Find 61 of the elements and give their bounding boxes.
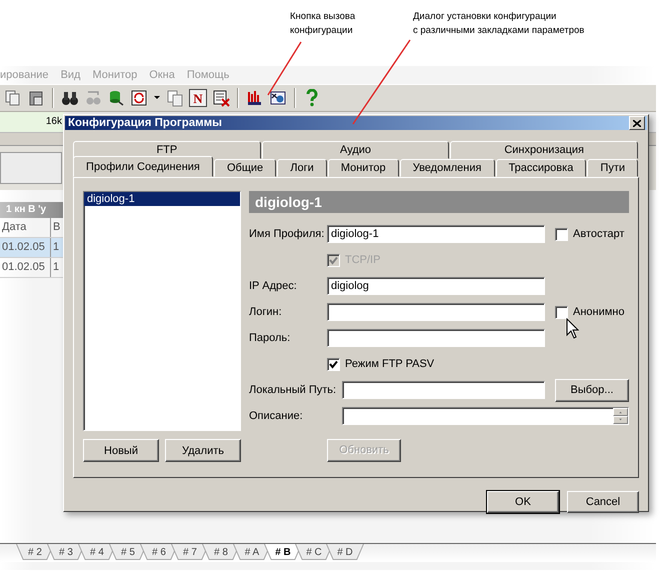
field-label: Имя Профиля:: [249, 228, 326, 240]
list-title: 1 кн В 'у: [0, 202, 64, 218]
tab[interactable]: Трассировка: [496, 159, 586, 177]
profile-button[interactable]: Новый: [83, 439, 159, 462]
tab[interactable]: Профили Соединения: [73, 156, 213, 177]
dialog-button[interactable]: OK: [487, 491, 559, 513]
close-icon: [633, 120, 641, 126]
copy-icon[interactable]: [4, 89, 22, 107]
spin-up-icon[interactable]: [613, 408, 628, 416]
spin-down-icon[interactable]: [613, 416, 628, 424]
checkbox-label: Режим FTP PASV: [345, 358, 434, 370]
profile-button[interactable]: Удалить: [165, 439, 241, 462]
tab[interactable]: Синхронизация: [450, 141, 638, 159]
mouse-pointer-icon: [566, 318, 579, 340]
letter-icon[interactable]: N: [189, 89, 207, 107]
checkbox[interactable]: [327, 358, 340, 370]
database-icon[interactable]: [107, 89, 125, 107]
table-cell: 01.02.05: [0, 258, 51, 277]
input-field[interactable]: [342, 407, 629, 425]
input-field[interactable]: [327, 303, 545, 321]
input-field[interactable]: [327, 329, 545, 347]
profile-list[interactable]: digiolog-1: [83, 191, 241, 431]
table-row[interactable]: 01.02.05 1: [0, 238, 64, 258]
delete-table-icon[interactable]: [212, 89, 230, 107]
signal-icon[interactable]: [246, 89, 264, 107]
binoculars-icon[interactable]: [61, 89, 79, 107]
annotation-text: Диалог установки конфигурации с различными закладками параметров: [413, 10, 584, 38]
checkbox[interactable]: [555, 306, 568, 318]
field-label: Описание:: [249, 410, 304, 422]
table-cell: 01.02.05: [0, 238, 51, 257]
paste-icon[interactable]: [27, 89, 45, 107]
settings-icon[interactable]: [269, 89, 287, 107]
checkbox-label: Автостарт: [573, 228, 624, 240]
browse-button[interactable]: Выбор...: [555, 378, 629, 402]
field-label: Пароль:: [249, 332, 292, 344]
input-field[interactable]: digiolog-1: [327, 225, 545, 243]
dialog-button[interactable]: Cancel: [567, 491, 639, 513]
refresh-icon[interactable]: [130, 89, 148, 107]
field-value: 16k: [0, 112, 64, 132]
sheet-tab[interactable]: # D: [326, 544, 364, 560]
field-label: IP Адрес:: [249, 280, 298, 292]
column-header[interactable]: Дата: [0, 218, 51, 237]
checkbox-label: Анонимно: [573, 306, 625, 318]
leader-line: [267, 42, 302, 96]
window-title: Конфигурация Программы: [68, 117, 222, 129]
tab[interactable]: Логи: [277, 159, 327, 177]
annotation-text: Кнопка вызова конфигурации: [290, 10, 356, 38]
profile-header: digiolog-1: [249, 191, 629, 213]
documents-icon[interactable]: [166, 89, 184, 107]
list-item[interactable]: digiolog-1: [84, 192, 240, 206]
tab[interactable]: Аудио: [262, 141, 450, 159]
tab[interactable]: Пути: [587, 159, 638, 177]
tab[interactable]: Монитор: [328, 159, 399, 177]
close-button[interactable]: [629, 116, 645, 130]
input-field[interactable]: [342, 381, 545, 399]
field-label: Локальный Путь:: [249, 384, 338, 396]
tab[interactable]: Общие: [214, 159, 276, 177]
tab[interactable]: Уведомления: [400, 159, 495, 177]
input-field[interactable]: digiolog: [327, 277, 545, 295]
checkbox[interactable]: [555, 228, 568, 240]
field-label: Логин:: [249, 306, 283, 318]
